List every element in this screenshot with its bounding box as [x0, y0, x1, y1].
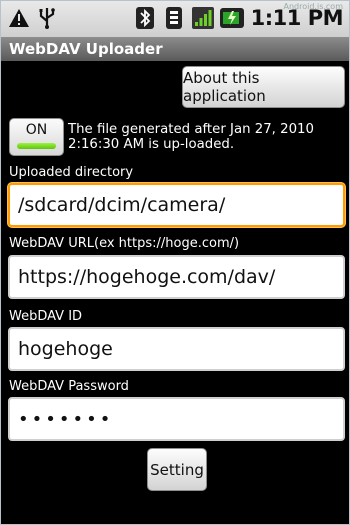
upload-description: The file generated after Jan 27, 2010 2:…: [68, 122, 314, 152]
toggle-indicator: [17, 143, 56, 149]
phone-screen: 1:11 PM Android.is.com WebDAV Uploader A…: [0, 0, 350, 525]
warning-icon: [7, 5, 31, 31]
id-input[interactable]: hogehoge: [8, 327, 345, 371]
password-input[interactable]: •••••••: [8, 397, 345, 441]
bluetooth-icon: [133, 5, 157, 31]
id-label: WebDAV ID: [9, 309, 83, 324]
about-button[interactable]: About this application: [182, 66, 345, 108]
status-left-icons: [7, 5, 59, 31]
main-content: About this application ON The file gener…: [1, 61, 349, 524]
url-label: WebDAV URL(ex https://hoge.com/): [9, 236, 240, 251]
directory-input[interactable]: /sdcard/dcim/camera/: [8, 183, 345, 227]
upload-toggle[interactable]: ON: [9, 118, 64, 156]
status-bar: 1:11 PM Android.is.com: [1, 1, 349, 38]
setting-button[interactable]: Setting: [147, 448, 207, 491]
directory-label: Uploaded directory: [9, 165, 134, 180]
password-label: WebDAV Password: [9, 379, 129, 394]
toggle-label: ON: [25, 122, 48, 138]
signal-icon: [191, 5, 215, 31]
usb-icon: [35, 5, 59, 31]
app-title: WebDAV Uploader: [1, 38, 349, 61]
battery-icon: [219, 5, 244, 31]
vibrate-icon: [162, 5, 186, 31]
url-input[interactable]: https://hogehoge.com/dav/: [8, 255, 345, 299]
watermark-text: Android.is.com: [283, 2, 344, 11]
